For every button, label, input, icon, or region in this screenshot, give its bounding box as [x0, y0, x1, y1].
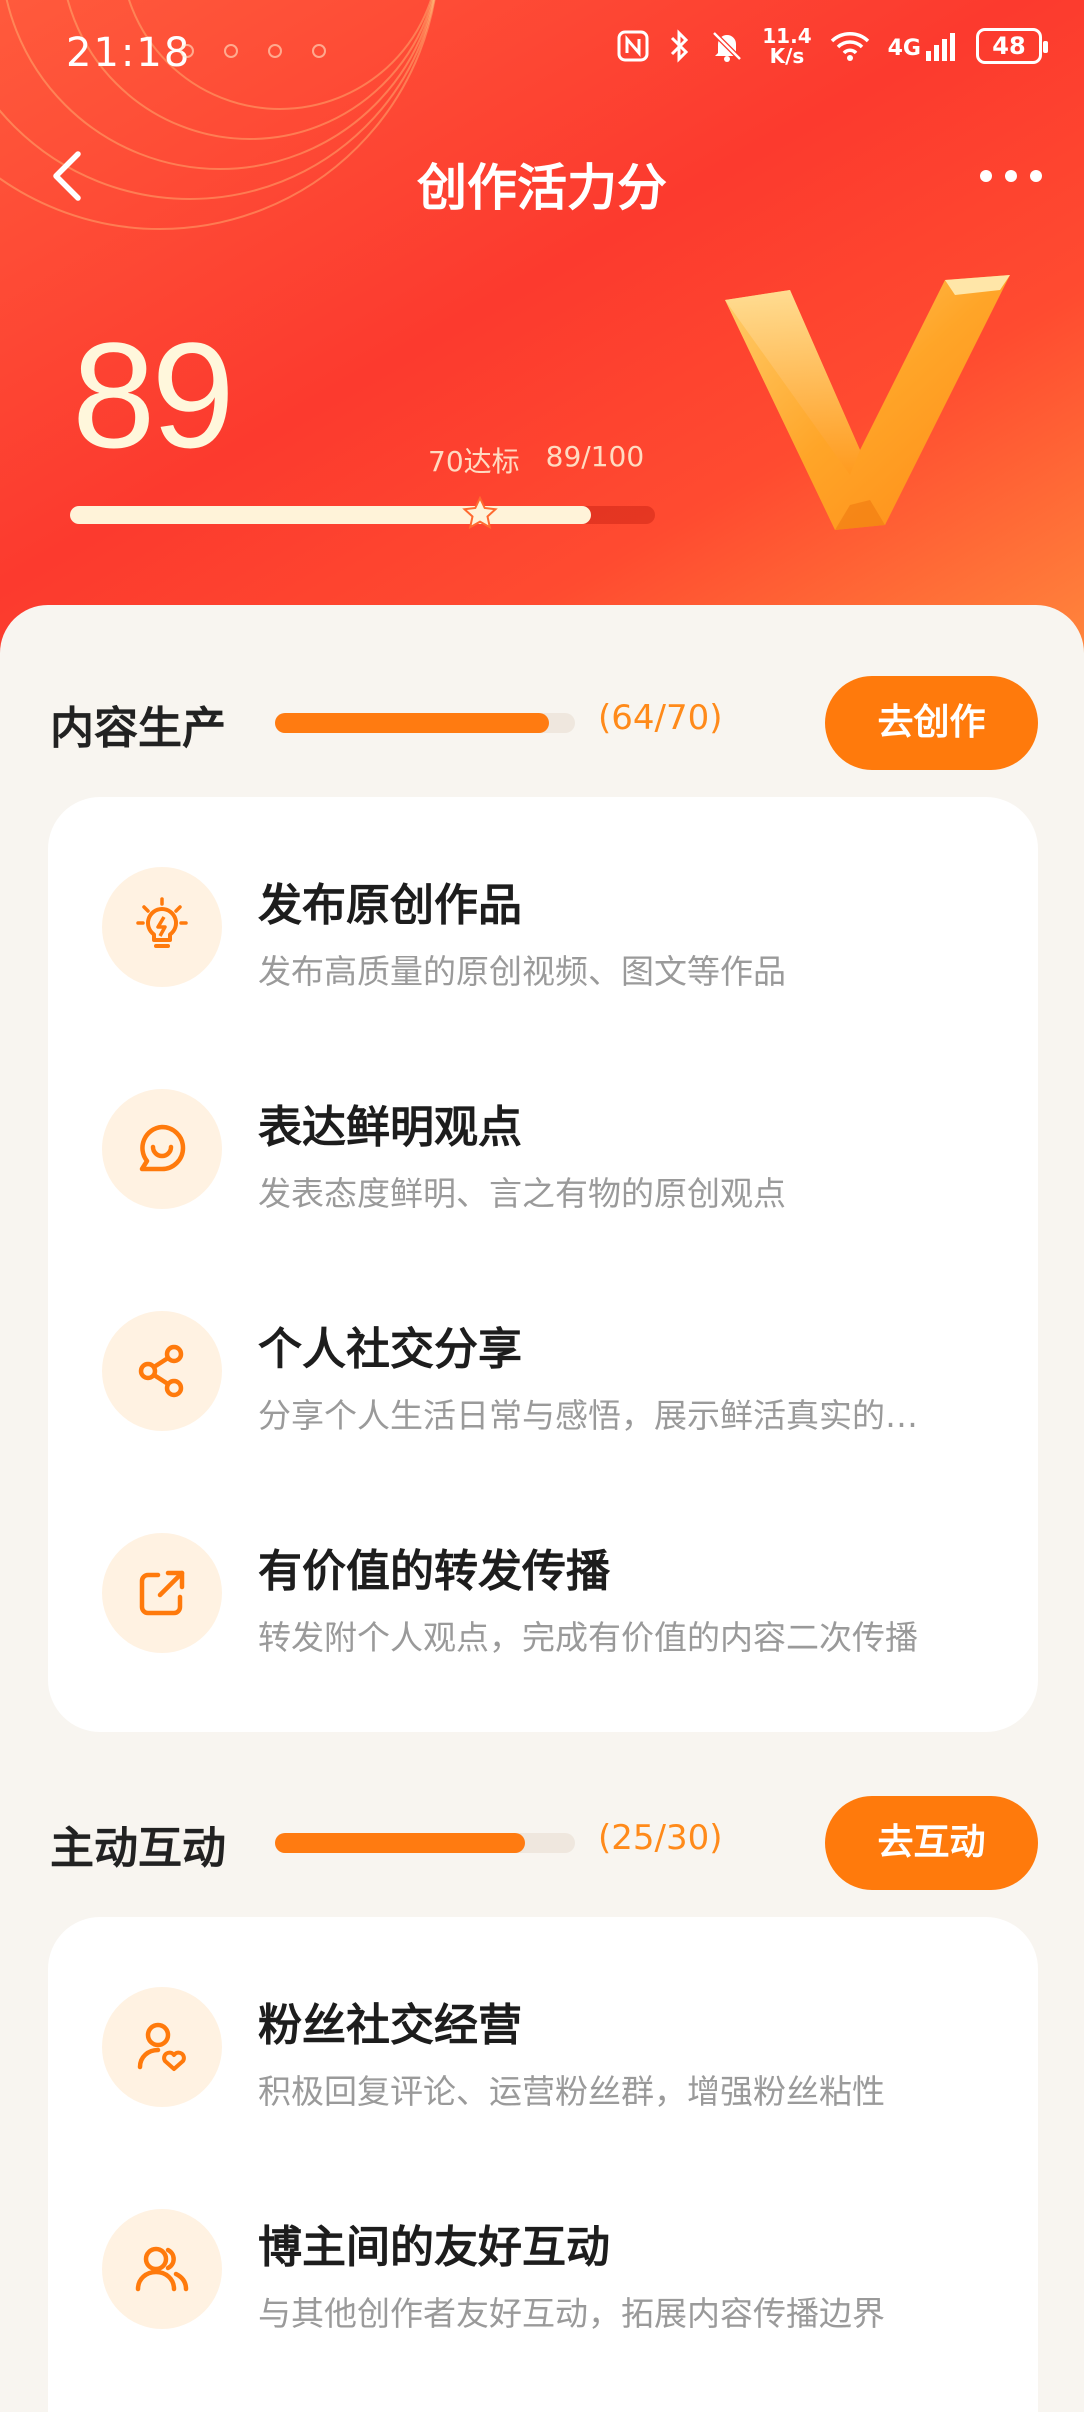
lightbulb-icon [102, 867, 222, 987]
item-description: 积极回复评论、运营粉丝群，增强粉丝粘性 [258, 2072, 885, 2111]
section-count: (25/30) [598, 1818, 723, 1858]
item-title: 有价值的转发传播 [258, 1546, 610, 1597]
chat-bubble-icon [102, 1089, 222, 1209]
users-icon [102, 2209, 222, 2329]
target-label: 70达标 [428, 445, 520, 478]
network-type: 4G [887, 36, 921, 61]
target-star-icon [461, 495, 498, 530]
section-title: 内容生产 [50, 703, 226, 754]
list-item-fan-management[interactable]: 粉丝社交经营 积极回复评论、运营粉丝群，增强粉丝粘性 [48, 1917, 1038, 2137]
status-time: 21:18 [66, 30, 192, 76]
status-bar: 21:18 11.4 K/s 4G 48 [0, 0, 1084, 110]
notification-dot-icon [268, 44, 282, 58]
battery-level: 48 [992, 32, 1026, 60]
signal-bars-icon [926, 33, 955, 61]
section-header-active-interaction: 主动互动 (25/30) 去互动 [0, 1788, 1084, 1890]
list-item-creator-interaction[interactable]: 博主间的友好互动 与其他创作者友好互动，拓展内容传播边界 [48, 2139, 1038, 2359]
forward-icon [102, 1533, 222, 1653]
item-title: 发布原创作品 [258, 880, 522, 931]
score-progress-track [70, 495, 655, 530]
content-production-card: 发布原创作品 发布高质量的原创视频、图文等作品 表达鲜明观点 发表态度鲜明、言之… [48, 797, 1038, 1732]
section-progress-fill [275, 713, 550, 733]
go-interact-button[interactable]: 去互动 [825, 1796, 1038, 1890]
item-description: 发表态度鲜明、言之有物的原创观点 [258, 1174, 786, 1213]
notification-dot-icon [312, 44, 326, 58]
item-description: 发布高质量的原创视频、图文等作品 [258, 952, 786, 991]
item-title: 表达鲜明观点 [258, 1102, 522, 1153]
item-title: 个人社交分享 [258, 1324, 522, 1375]
list-item-publish-original[interactable]: 发布原创作品 发布高质量的原创视频、图文等作品 [48, 797, 1038, 1017]
cell-signal: 4G [888, 31, 958, 61]
notification-dot-icon [180, 44, 194, 58]
nav-bar: 创作活力分 [0, 120, 1084, 230]
nfc-icon [617, 30, 649, 62]
active-interaction-card: 粉丝社交经营 积极回复评论、运营粉丝群，增强粉丝粘性 博主间的友好互动 与其他创… [48, 1917, 1038, 2412]
bluetooth-icon [671, 29, 689, 63]
section-header-content-production: 内容生产 (64/70) 去创作 [0, 668, 1084, 770]
score-progress-labels: 70达标 89/100 [428, 440, 644, 480]
item-title: 博主间的友好互动 [258, 2222, 610, 2273]
score-value: 89 [72, 311, 235, 479]
item-description: 分享个人生活日常与感悟，展示鲜活真实的… [258, 1396, 918, 1435]
net-speed: 11.4 K/s [762, 26, 811, 66]
section-count: (64/70) [598, 698, 723, 738]
section-title: 主动互动 [50, 1823, 226, 1874]
notification-dot-icon [224, 44, 238, 58]
list-item-valuable-forward[interactable]: 有价值的转发传播 转发附个人观点，完成有价值的内容二次传播 [48, 1463, 1038, 1683]
item-description: 转发附个人观点，完成有价值的内容二次传播 [258, 1618, 918, 1657]
item-description: 与其他创作者友好互动，拓展内容传播边界 [258, 2294, 885, 2333]
section-progress-fill [275, 1833, 525, 1853]
wifi-icon [830, 32, 869, 61]
status-icons: 11.4 K/s 4G 48 [616, 26, 1048, 66]
item-title: 粉丝社交经营 [258, 2000, 522, 2051]
share-icon [102, 1311, 222, 1431]
net-speed-unit: K/s [769, 44, 805, 68]
list-item-express-opinion[interactable]: 表达鲜明观点 发表态度鲜明、言之有物的原创观点 [48, 1019, 1038, 1239]
battery-icon: 48 [976, 28, 1048, 64]
section-progress-track [275, 1833, 575, 1853]
page-title: 创作活力分 [417, 159, 667, 217]
mute-bell-icon [712, 31, 743, 62]
net-speed-value: 11.4 [762, 24, 812, 48]
vip-v-logo [725, 275, 1010, 530]
go-create-button[interactable]: 去创作 [825, 676, 1038, 770]
notification-dots [180, 44, 326, 58]
fan-heart-icon [102, 1987, 222, 2107]
score-progress-label: 89/100 [545, 440, 645, 473]
more-icon[interactable] [976, 156, 1046, 196]
section-progress-track [275, 713, 575, 733]
list-item-social-share[interactable]: 个人社交分享 分享个人生活日常与感悟，展示鲜活真实的… [48, 1241, 1038, 1461]
score-progress-fill [70, 506, 591, 524]
